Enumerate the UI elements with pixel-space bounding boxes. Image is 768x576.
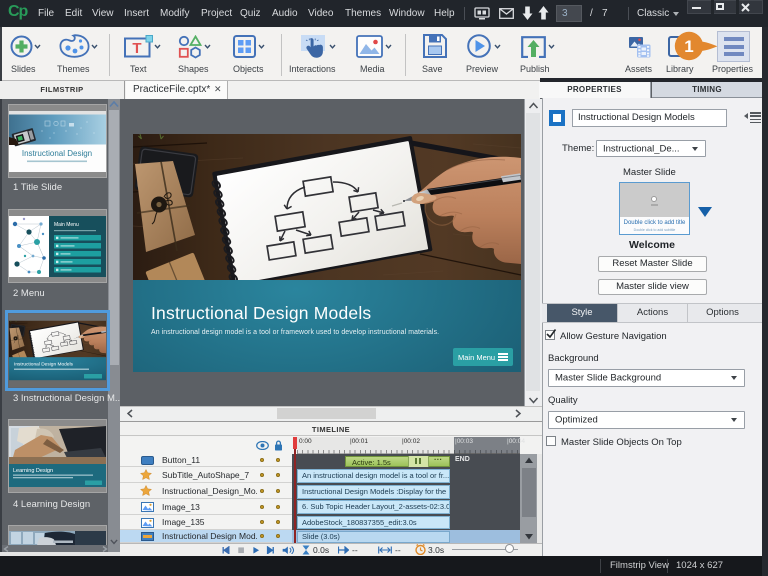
svg-text:Instructional Design: Instructional Design (22, 149, 92, 158)
svg-text:Main Menu: Main Menu (54, 222, 79, 228)
svg-text:Learning Design: Learning Design (13, 468, 53, 474)
svg-text:T: T (132, 40, 141, 57)
svg-text:1: 1 (684, 37, 693, 56)
svg-text:Instructional Design Models: Instructional Design Models (14, 362, 74, 368)
